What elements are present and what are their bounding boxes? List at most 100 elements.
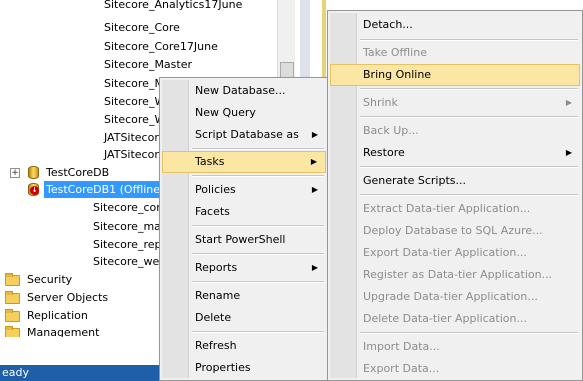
tree-node-label: Sitecore_Analytics17June (104, 0, 243, 11)
menu-item-restore[interactable]: Restore ▶ (330, 142, 580, 164)
folder-icon (5, 326, 20, 337)
menu-item-label: Generate Scripts... (363, 174, 466, 187)
menu-item-label: Delete (195, 311, 232, 324)
tree-node-label: Sitecore_web (93, 255, 167, 268)
tree-node-label: Sitecore_core (93, 201, 168, 214)
menu-item-rename[interactable]: Rename (162, 285, 326, 307)
tree-node[interactable]: Sitecore_Analytics17June (0, 0, 280, 17)
menu-item-label: Export Data-tier Application... (363, 246, 527, 259)
menu-separator (192, 225, 324, 227)
menu-item-facets[interactable]: Facets (162, 201, 326, 223)
menu-item-start-powershell[interactable]: Start PowerShell (162, 229, 326, 251)
tree-node-replication[interactable]: Replication (0, 307, 160, 324)
menu-item-label: Properties (195, 361, 251, 374)
tree-node-label: Sitecore_mas (93, 220, 167, 233)
menu-item-label: Rename (195, 289, 241, 302)
tree-node[interactable]: Sitecore_mas (0, 218, 167, 235)
menu-item-label: Shrink (363, 96, 398, 109)
submenu-arrow-icon: ▶ (565, 148, 572, 157)
menu-separator (360, 39, 578, 41)
submenu-arrow-icon: ▶ (311, 185, 318, 194)
tree-node-label: Management (27, 326, 100, 337)
menu-item-label: Facets (195, 205, 230, 218)
menu-item-generate-scripts[interactable]: Generate Scripts... (330, 170, 580, 192)
scrollbar-thumb[interactable] (280, 62, 294, 78)
menu-item-policies[interactable]: Policies ▶ (162, 179, 326, 201)
vertical-scrollbar[interactable] (277, 0, 295, 80)
tree-node[interactable]: Sitecore_Master (0, 56, 280, 73)
tree-node-label: Sitecore_W (104, 95, 166, 108)
tree-node[interactable]: Sitecore_Ma (0, 75, 171, 92)
menu-item-label: Extract Data-tier Application... (363, 202, 531, 215)
menu-separator (360, 194, 578, 196)
tree-node-label: Server Objects (27, 291, 109, 304)
menu-item-label: Deploy Database to SQL Azure... (363, 224, 543, 237)
menu-item-new-query[interactable]: New Query (162, 102, 326, 124)
menu-separator (192, 148, 324, 150)
folder-icon (5, 309, 20, 322)
menu-item-label: Start PowerShell (195, 233, 286, 246)
menu-item-export-data-tier[interactable]: Export Data-tier Application... (330, 242, 580, 264)
tree-node[interactable]: Sitecore_W (0, 93, 165, 110)
menu-separator (192, 281, 324, 283)
tree-node-management[interactable]: Management (0, 324, 160, 337)
tree-node-label: Sitecore_Core17June (104, 40, 218, 53)
tree-node[interactable]: Sitecore_repo (0, 236, 168, 253)
menu-separator (360, 166, 578, 168)
tree-node-label: Security (27, 273, 73, 286)
tree-node[interactable]: JATSitecor (0, 129, 160, 146)
tree-node-server-objects[interactable]: Server Objects (0, 289, 160, 306)
menu-item-label: Export Data... (363, 362, 440, 375)
menu-item-properties[interactable]: Properties (162, 357, 326, 379)
status-text: eady (2, 366, 30, 379)
tree-node[interactable]: Sitecore_core (0, 199, 167, 216)
menu-item-delete-data-tier[interactable]: Delete Data-tier Application... (330, 308, 580, 330)
tree-node[interactable]: Sitecore_Core17June (0, 38, 280, 55)
menu-item-import-data[interactable]: Import Data... (330, 336, 580, 358)
expand-icon[interactable]: + (10, 168, 20, 178)
menu-item-back-up[interactable]: Back Up... (330, 120, 580, 142)
menu-item-label: Upgrade Data-tier Application... (363, 290, 538, 303)
tree-node[interactable]: Sitecore_web (0, 253, 166, 270)
menu-item-label: Restore (363, 146, 405, 159)
tasks-submenu: Detach... Take Offline Bring Online Shri… (327, 10, 583, 381)
tree-node[interactable]: JATSitecor (0, 146, 160, 163)
tree-node-security[interactable]: Security (0, 271, 160, 288)
menu-item-extract-data-tier[interactable]: Extract Data-tier Application... (330, 198, 580, 220)
submenu-arrow-icon: ▶ (311, 130, 318, 139)
menu-item-deploy-sql-azure[interactable]: Deploy Database to SQL Azure... (330, 220, 580, 242)
offline-icon: ↓ (30, 186, 39, 195)
tree-node-label: JATSitecor (104, 131, 159, 144)
tree-node-label: TestCoreDB (46, 166, 110, 179)
menu-item-reports[interactable]: Reports ▶ (162, 257, 326, 279)
menu-item-script-database-as[interactable]: Script Database as ▶ (162, 124, 326, 146)
tree-node-label: TestCoreDB1 (Offline (44, 181, 163, 198)
tree-node-label: Sitecore_Core (104, 21, 180, 34)
menu-item-export-data[interactable]: Export Data... (330, 358, 580, 380)
tree-node[interactable]: Sitecore_W (0, 111, 165, 128)
menu-item-label: Refresh (195, 339, 237, 352)
menu-item-take-offline[interactable]: Take Offline (330, 42, 580, 64)
menu-item-refresh[interactable]: Refresh (162, 335, 326, 357)
menu-item-shrink[interactable]: Shrink ▶ (330, 92, 580, 114)
menu-item-register-data-tier[interactable]: Register as Data-tier Application... (330, 264, 580, 286)
tree-node[interactable]: Sitecore_Core (0, 19, 280, 36)
folder-icon (5, 291, 20, 304)
menu-item-detach[interactable]: Detach... (330, 14, 580, 36)
menu-item-label: New Database... (195, 84, 286, 97)
menu-item-bring-online[interactable]: Bring Online (330, 64, 580, 86)
menu-item-new-database[interactable]: New Database... (162, 80, 326, 102)
menu-item-upgrade-data-tier[interactable]: Upgrade Data-tier Application... (330, 286, 580, 308)
menu-separator (360, 88, 578, 90)
menu-item-label: Script Database as (195, 128, 299, 141)
folder-icon (5, 273, 20, 286)
menu-item-label: New Query (195, 106, 256, 119)
menu-item-tasks[interactable]: Tasks ▶ (162, 151, 326, 173)
menu-item-label: Detach... (363, 18, 413, 31)
tree-node-label: Replication (27, 309, 88, 322)
tree-node-testcoredb1[interactable]: ↓ TestCoreDB1 (Offline (0, 181, 163, 198)
tree-node-label: JATSitecor (104, 148, 159, 161)
menu-item-delete[interactable]: Delete (162, 307, 326, 329)
tree-node-label: Sitecore_W (104, 113, 166, 126)
tree-node-testcoredb[interactable]: + TestCoreDB (0, 164, 160, 181)
